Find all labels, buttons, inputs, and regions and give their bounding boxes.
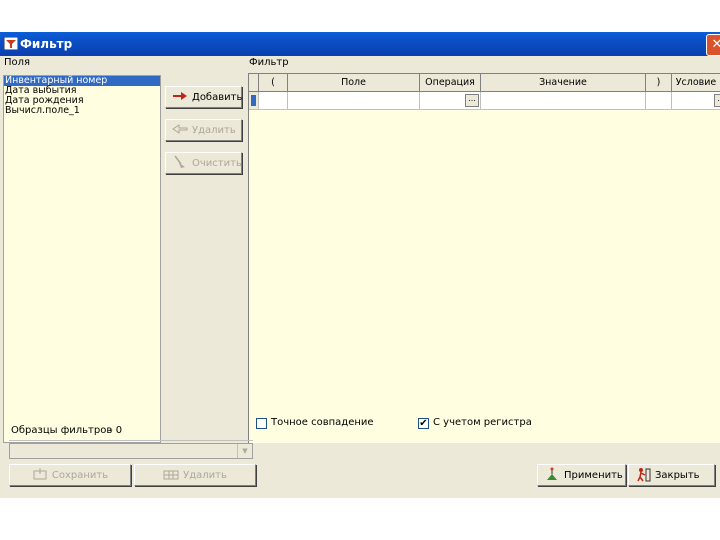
clear-button-label: Очистить xyxy=(192,157,242,169)
close-button[interactable]: Закрыть xyxy=(628,464,715,486)
cell-field[interactable] xyxy=(288,92,420,110)
filter-app-icon xyxy=(3,36,19,51)
cell-close-paren[interactable] xyxy=(646,92,672,110)
add-button[interactable]: Добавить xyxy=(165,86,242,108)
arrow-right-icon xyxy=(172,91,188,104)
save-sample-button[interactable]: Сохранить xyxy=(9,464,131,486)
delete-sample-label: Удалить xyxy=(183,469,227,481)
table-delete-icon xyxy=(163,468,179,483)
cell-operation[interactable]: ... xyxy=(420,92,481,110)
apply-label: Применить xyxy=(564,469,623,481)
row-cursor-icon xyxy=(251,95,256,106)
apply-button[interactable]: Применить xyxy=(537,464,626,486)
filter-samples-select[interactable]: ▼ xyxy=(9,443,253,459)
divider xyxy=(9,440,253,441)
add-button-label: Добавить xyxy=(192,91,243,103)
arrow-left-icon xyxy=(172,123,188,137)
cell-value[interactable] xyxy=(481,92,646,110)
condition-ellipsis-button[interactable]: ... xyxy=(714,94,720,107)
cell-open-paren[interactable] xyxy=(259,92,288,110)
operation-ellipsis-button[interactable]: ... xyxy=(465,94,479,107)
col-close-paren[interactable]: ) xyxy=(646,74,672,92)
grid-corner xyxy=(249,74,259,92)
broom-icon xyxy=(172,155,188,172)
filter-grid[interactable]: ( Поле Операция Значение ) Условие ... .… xyxy=(248,73,720,443)
col-operation[interactable]: Операция xyxy=(420,74,481,92)
apply-icon xyxy=(544,466,560,485)
table-row[interactable]: ... ... xyxy=(249,92,720,110)
exact-match-checkbox[interactable] xyxy=(256,418,267,429)
clear-button[interactable]: Очистить xyxy=(165,152,242,174)
save-icon xyxy=(32,467,48,483)
exact-match-label: Точное совпадение xyxy=(271,417,374,428)
case-sensitive-checkbox[interactable]: ✔ xyxy=(418,418,429,429)
cell-condition[interactable]: ... xyxy=(672,92,720,110)
field-item-calc-field[interactable]: Вычисл.поле_1 xyxy=(4,106,160,116)
col-value[interactable]: Значение xyxy=(481,74,646,92)
window-title: Фильтр xyxy=(20,37,73,51)
case-sensitive-label: С учетом регистра xyxy=(433,417,532,428)
fields-label: Поля xyxy=(4,57,31,68)
delete-field-button[interactable]: Удалить xyxy=(165,119,242,141)
row-indicator xyxy=(249,92,259,110)
filter-samples-label: Образцы фильтров xyxy=(11,425,113,436)
col-open-paren[interactable]: ( xyxy=(259,74,288,92)
filter-label: Фильтр xyxy=(249,57,289,68)
close-label: Закрыть xyxy=(655,469,700,481)
col-field[interactable]: Поле xyxy=(288,74,420,92)
exit-icon xyxy=(635,466,651,485)
filter-window: Фильтр ✕ Поля Инвентарный номер Дата выб… xyxy=(0,32,720,498)
filter-samples-count: - 0 xyxy=(109,425,123,436)
chevron-down-icon[interactable]: ▼ xyxy=(237,444,252,458)
grid-header: ( Поле Операция Значение ) Условие xyxy=(249,74,720,92)
title-bar[interactable]: Фильтр ✕ xyxy=(0,32,720,56)
close-window-button[interactable]: ✕ xyxy=(706,34,720,56)
col-condition[interactable]: Условие xyxy=(672,74,720,92)
delete-field-button-label: Удалить xyxy=(192,124,236,136)
save-sample-label: Сохранить xyxy=(51,469,109,481)
delete-sample-button[interactable]: Удалить xyxy=(134,464,256,486)
fields-list[interactable]: Инвентарный номер Дата выбытия Дата рожд… xyxy=(3,75,161,443)
